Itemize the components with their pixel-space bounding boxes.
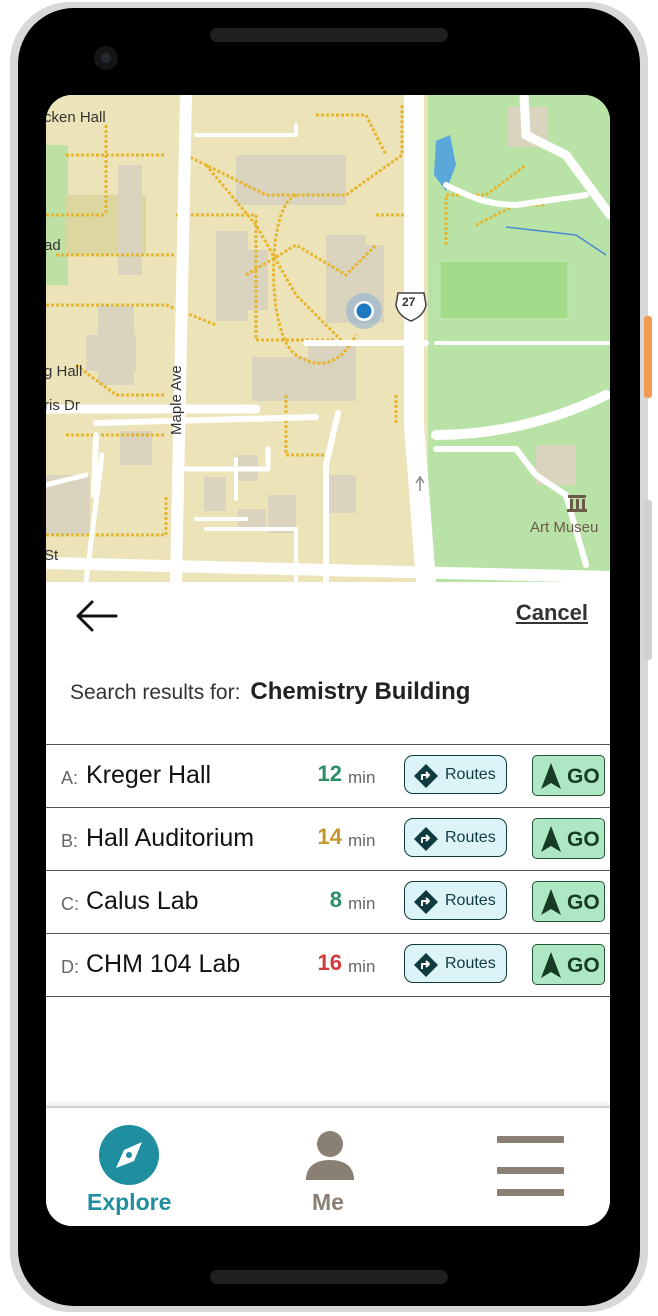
route-diamond-icon <box>414 827 438 851</box>
result-name: Calus Lab <box>86 887 199 915</box>
go-button-label: GO <box>567 765 600 788</box>
result-name: CHM 104 Lab <box>86 950 241 978</box>
result-letter: D: <box>61 957 79 977</box>
result-row[interactable]: C: Calus Lab 8 min Routes GO <box>46 871 610 934</box>
routes-button-label: Routes <box>445 955 496 972</box>
result-minutes: 14 <box>317 824 342 849</box>
map-view[interactable]: cken Hall ad g Hall ris Dr Maple Ave 27 … <box>46 95 610 582</box>
result-row[interactable]: D: CHM 104 Lab 16 min Routes GO <box>46 934 610 997</box>
route-shield-label: 27 <box>402 295 416 309</box>
search-results-panel: Cancel Search results for: Chemistry Buil… <box>46 582 610 1106</box>
result-letter: B: <box>61 831 79 851</box>
result-name: Hall Auditorium <box>86 824 255 852</box>
routes-button[interactable]: Routes <box>404 755 507 794</box>
map-label-hall: cken Hall <box>46 109 106 126</box>
result-letter: A: <box>61 768 79 788</box>
result-minutes-unit: min <box>348 957 376 976</box>
result-minutes-unit: min <box>348 768 376 787</box>
routes-button-label: Routes <box>445 766 496 783</box>
arrow-left-icon <box>76 600 118 632</box>
volume-button <box>644 500 652 660</box>
bottom-speaker <box>210 1270 448 1284</box>
front-camera <box>94 46 118 70</box>
top-speaker <box>210 28 448 42</box>
map-label-drive: ris Dr <box>46 397 80 414</box>
tab-me-label: Me <box>312 1189 344 1215</box>
go-button-label: GO <box>567 828 600 851</box>
navigation-arrow-icon <box>541 826 561 852</box>
result-row[interactable]: B: Hall Auditorium 14 min Routes GO <box>46 808 610 871</box>
tab-explore-label: Explore <box>87 1189 172 1215</box>
routes-button-label: Routes <box>445 892 496 909</box>
map-label-road: ad <box>46 237 61 254</box>
routes-button[interactable]: Routes <box>404 944 507 983</box>
tab-me[interactable]: Me <box>292 1108 372 1226</box>
result-name: Kreger Hall <box>86 761 212 789</box>
result-minutes-unit: min <box>348 831 376 850</box>
go-button[interactable]: GO <box>532 881 605 922</box>
power-button <box>644 316 652 398</box>
result-minutes: 16 <box>317 950 342 975</box>
result-letter: C: <box>61 894 79 914</box>
result-minutes: 12 <box>317 761 342 786</box>
map-canvas[interactable] <box>46 95 610 582</box>
result-minutes: 8 <box>329 887 342 912</box>
compass-icon <box>99 1125 159 1185</box>
routes-button-label: Routes <box>445 829 496 846</box>
map-label-g-hall: g Hall <box>46 363 83 380</box>
route-diamond-icon <box>414 764 438 788</box>
app-screen: cken Hall ad g Hall ris Dr Maple Ave 27 … <box>46 95 610 1226</box>
route-diamond-icon <box>414 890 438 914</box>
navigation-arrow-icon <box>541 889 561 915</box>
cancel-link[interactable]: Cancel <box>516 600 588 626</box>
go-button[interactable]: GO <box>532 944 605 985</box>
result-minutes-unit: min <box>348 894 376 913</box>
routes-button[interactable]: Routes <box>404 818 507 857</box>
result-row[interactable]: A: Kreger Hall 12 min Routes GO <box>46 745 610 808</box>
navigation-arrow-icon <box>541 763 561 789</box>
tab-explore[interactable]: Explore <box>76 1108 186 1226</box>
routes-button[interactable]: Routes <box>404 881 507 920</box>
menu-button[interactable] <box>486 1108 576 1226</box>
map-label-maple-ave: Maple Ave <box>168 365 185 435</box>
map-label-street: St <box>46 547 59 564</box>
search-query: Chemistry Building <box>250 678 471 705</box>
go-button-label: GO <box>567 891 600 914</box>
route-diamond-icon <box>414 953 438 977</box>
back-button[interactable] <box>72 596 122 636</box>
map-label-art-museum: Art Museu <box>530 519 599 536</box>
bottom-tab-bar: Explore Me <box>46 1106 610 1226</box>
go-button[interactable]: GO <box>532 755 605 796</box>
go-button[interactable]: GO <box>532 818 605 859</box>
search-summary: Search results for: Chemistry Building <box>70 678 470 706</box>
results-list: A: Kreger Hall 12 min Routes GO B: Hall Auditor… <box>46 744 610 997</box>
person-icon <box>306 1131 354 1180</box>
navigation-arrow-icon <box>541 952 561 978</box>
search-prefix-label: Search results for: <box>70 681 241 704</box>
go-button-label: GO <box>567 954 600 977</box>
